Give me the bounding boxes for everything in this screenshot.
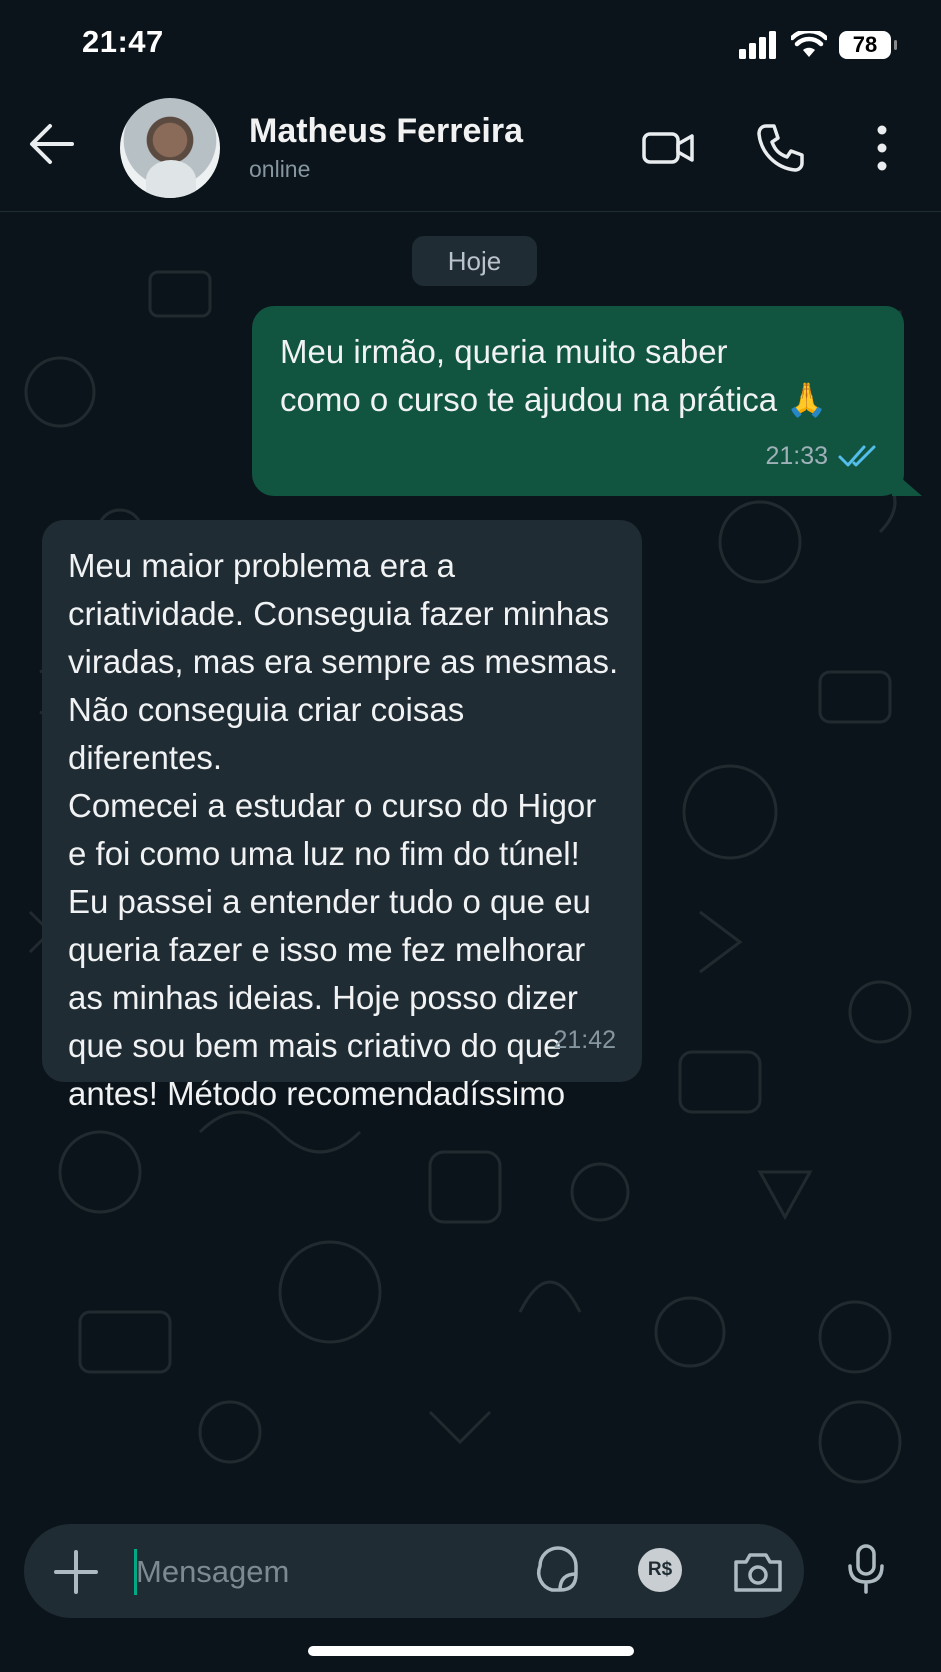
message-meta: 21:42	[553, 1016, 616, 1064]
battery-icon: 78	[839, 31, 897, 59]
contact-name[interactable]: Matheus Ferreira	[249, 112, 523, 151]
double-check-icon	[838, 445, 876, 467]
camera-icon[interactable]	[730, 1544, 786, 1600]
incoming-message[interactable]: Meu maior problema era a criatividade. C…	[42, 520, 642, 1112]
status-icons: 78	[739, 28, 897, 62]
message-text: Meu irmão, queria muito saber como o cur…	[280, 333, 828, 418]
status-time: 21:47	[82, 24, 164, 59]
signal-icon	[739, 31, 776, 59]
composer-bar: R$	[0, 1512, 941, 1672]
more-options-icon[interactable]	[854, 120, 910, 176]
date-separator: Hoje	[412, 236, 537, 286]
back-arrow-icon[interactable]	[26, 118, 78, 170]
chat-header: 21:47 78 Matheus Ferreira online	[0, 0, 941, 212]
message-meta: 21:33	[765, 432, 878, 480]
message-input[interactable]	[136, 1544, 516, 1600]
wifi-icon	[791, 31, 827, 57]
payment-icon[interactable]: R$	[638, 1548, 682, 1592]
outgoing-message[interactable]: Meu irmão, queria muito saber como o cur…	[252, 306, 922, 496]
avatar[interactable]	[120, 98, 220, 198]
message-text: Meu maior problema era a criatividade. C…	[68, 547, 619, 1112]
contact-status: online	[249, 156, 311, 182]
phone-icon[interactable]	[752, 120, 808, 176]
message-composer: R$	[24, 1524, 804, 1618]
mic-icon[interactable]	[838, 1542, 894, 1598]
chat-area[interactable]: Hoje Meu irmão, queria muito saber como …	[0, 212, 941, 1512]
message-time: 21:33	[765, 442, 828, 470]
plus-icon[interactable]	[46, 1542, 106, 1602]
sticker-icon[interactable]	[530, 1544, 586, 1600]
video-call-icon[interactable]	[640, 120, 696, 176]
home-indicator[interactable]	[308, 1646, 634, 1656]
message-time: 21:42	[553, 1026, 616, 1054]
